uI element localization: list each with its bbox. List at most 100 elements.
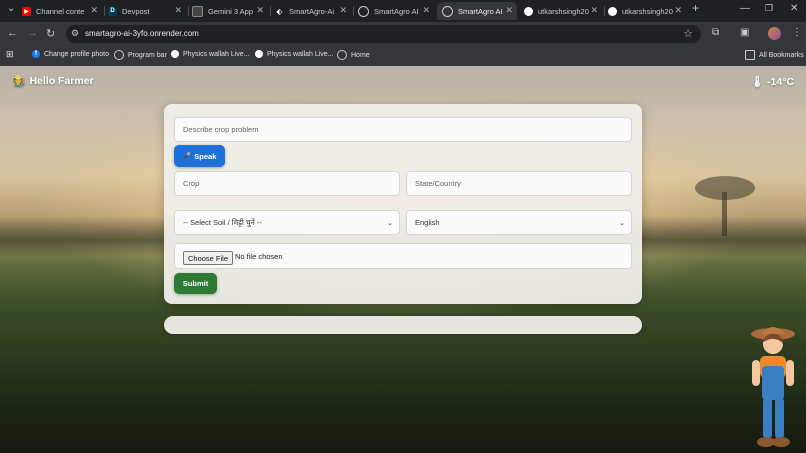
- tab-divider: [353, 6, 354, 16]
- diagnosis-form-card: Describe crop problem 🎤 Speak Crop State…: [164, 104, 642, 304]
- bookmark-item[interactable]: Physics wallah Live...: [255, 50, 334, 58]
- new-tab-icon[interactable]: +: [692, 1, 699, 15]
- crop-problem-placeholder: Describe crop problem: [183, 125, 259, 134]
- language-select[interactable]: English ⌄: [406, 210, 632, 235]
- farmer-icon: 🧑‍🌾: [13, 75, 26, 87]
- tab-1[interactable]: ▶ Channel conte ✕: [22, 2, 102, 20]
- choose-file-button[interactable]: Choose File: [183, 251, 234, 265]
- tab-title: SmartAgro AI: [458, 6, 503, 16]
- address-bar[interactable]: ⚙ smartagro-ai-3yfo.onrender.com ☆: [66, 25, 701, 43]
- tab-close-icon[interactable]: ✕: [505, 5, 513, 16]
- bookmark-label: Program bar: [128, 51, 167, 59]
- pw-icon: [171, 50, 179, 58]
- bookmark-label: Physics wallah Live...: [183, 50, 250, 58]
- tab-close-icon[interactable]: ✕: [174, 5, 182, 16]
- tab-3[interactable]: Gemini 3 App ✕: [192, 2, 268, 20]
- temperature: 🌡 -14°C: [751, 75, 794, 88]
- tab-divider: [270, 6, 271, 16]
- tab-title: utkarshsingh20: [538, 6, 589, 16]
- render-icon: ⬖: [276, 6, 283, 16]
- tab-5[interactable]: SmartAgro AI ✕: [358, 2, 434, 20]
- site-info-icon[interactable]: ⚙: [71, 28, 79, 39]
- bookmark-label: Change profile photo: [44, 50, 109, 58]
- tab-4[interactable]: ⬖ SmartAgro-Ai ✕: [275, 2, 351, 20]
- globe-icon: [114, 50, 124, 60]
- bookmark-label: Physics wallah Live...: [267, 50, 334, 58]
- minimize-icon[interactable]: —: [740, 3, 750, 14]
- tab-6-active[interactable]: SmartAgro AI ✕: [437, 2, 517, 20]
- tab-title: Channel conte: [36, 6, 85, 16]
- location-input[interactable]: State/Country: [406, 171, 632, 196]
- tab-title: SmartAgro AI: [374, 6, 419, 16]
- forward-icon[interactable]: →: [27, 27, 38, 39]
- tab-title: utkarshsingh20: [622, 6, 673, 16]
- gemini-icon: [192, 5, 203, 17]
- reload-icon[interactable]: ↻: [46, 27, 55, 40]
- extensions-icon[interactable]: ⧉: [712, 27, 719, 38]
- submit-label: Submit: [182, 279, 209, 288]
- tab-title: Gemini 3 App: [208, 6, 254, 16]
- devpost-icon: D: [108, 6, 117, 16]
- tab-close-icon[interactable]: ✕: [339, 5, 347, 16]
- page-viewport: 🧑‍🌾 Hello Farmer 🌡 -14°C Describe crop p…: [0, 66, 806, 453]
- bookmark-star-icon[interactable]: ☆: [683, 27, 693, 40]
- restore-icon[interactable]: ❐: [765, 3, 773, 14]
- greeting: 🧑‍🌾 Hello Farmer: [13, 75, 94, 87]
- tab-8[interactable]: utkarshsingh20 ✕: [608, 2, 686, 20]
- chevron-down-icon: ⌄: [619, 220, 625, 227]
- menu-icon[interactable]: ⋮: [792, 27, 802, 38]
- soil-select[interactable]: -- Select Soil / मिट्टी चुनें -- ⌄: [174, 210, 400, 235]
- tab-search-icon[interactable]: ⌄: [7, 3, 15, 14]
- media-icon[interactable]: ▣: [740, 27, 749, 38]
- bookmark-item[interactable]: Program bar: [114, 50, 167, 60]
- speak-label: Speak: [194, 151, 217, 161]
- farmer-mascot: [751, 327, 795, 447]
- pw-icon: [255, 50, 263, 58]
- tab-divider: [104, 6, 105, 16]
- temperature-value: -14°C: [767, 76, 794, 88]
- all-bookmarks[interactable]: All Bookmarks: [745, 50, 804, 60]
- speak-button[interactable]: 🎤 Speak: [174, 145, 225, 167]
- tab-close-icon[interactable]: ✕: [422, 5, 430, 16]
- crop-placeholder: Crop: [183, 179, 200, 188]
- chevron-down-icon: ⌄: [387, 220, 393, 227]
- github-icon: [524, 6, 533, 16]
- greeting-text: Hello Farmer: [29, 75, 94, 87]
- language-select-value: English: [415, 218, 440, 227]
- crop-input[interactable]: Crop: [174, 171, 400, 196]
- facebook-icon: f: [32, 50, 40, 58]
- tab-strip: ⌄ ▶ Channel conte ✕ D Devpost ✕ Gemini 3…: [0, 0, 806, 22]
- microphone-icon: 🎤: [182, 153, 192, 160]
- back-icon[interactable]: ←: [7, 27, 18, 39]
- tab-7[interactable]: utkarshsingh20 ✕: [524, 2, 602, 20]
- profile-avatar[interactable]: [768, 27, 781, 40]
- github-icon: [608, 6, 617, 16]
- background-tree: [695, 176, 755, 236]
- tab-divider: [604, 6, 605, 16]
- crop-problem-input[interactable]: Describe crop problem: [174, 117, 632, 142]
- tab-close-icon[interactable]: ✕: [90, 5, 98, 16]
- globe-icon: [337, 50, 347, 60]
- tab-close-icon[interactable]: ✕: [674, 5, 682, 16]
- file-upload-field: Choose File No file chosen: [174, 243, 632, 269]
- bookmark-item[interactable]: f Change profile photo: [32, 50, 109, 58]
- tab-close-icon[interactable]: ✕: [590, 5, 598, 16]
- tab-2[interactable]: D Devpost ✕: [108, 2, 186, 20]
- bookmark-label: Home: [351, 51, 370, 59]
- tab-close-icon[interactable]: ✕: [256, 5, 264, 16]
- thermometer-icon: 🌡: [750, 76, 765, 88]
- bookmark-item[interactable]: Physics wallah Live...: [171, 50, 250, 58]
- youtube-icon: ▶: [22, 6, 31, 16]
- browser-toolbar: ← → ↻ ⚙ smartagro-ai-3yfo.onrender.com ☆…: [0, 22, 806, 46]
- globe-icon: [442, 5, 453, 17]
- tab-title: Devpost: [122, 6, 150, 16]
- submit-button[interactable]: Submit: [174, 273, 217, 294]
- result-panel: [164, 316, 642, 334]
- url-text: smartagro-ai-3yfo.onrender.com: [85, 29, 199, 38]
- tab-title: SmartAgro-Ai: [289, 6, 335, 16]
- soil-select-value: -- Select Soil / मिट्टी चुनें --: [183, 217, 262, 227]
- globe-icon: [358, 5, 369, 17]
- window-close-icon[interactable]: ✕: [790, 3, 798, 14]
- apps-grid-icon[interactable]: ⊞: [6, 49, 14, 60]
- bookmark-item[interactable]: Home: [337, 50, 370, 60]
